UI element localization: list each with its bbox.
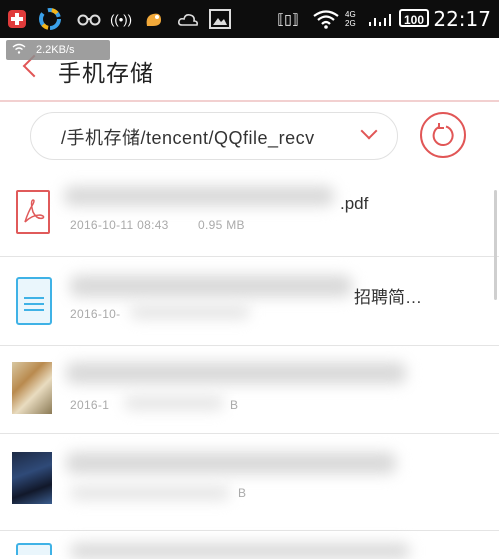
signal-icon [367,8,393,30]
file-name-suffix: .pdf [340,194,369,213]
redacted-meta [130,305,250,319]
list-item[interactable]: 2016-1 B [0,346,499,432]
list-item[interactable]: .pdf 2016-10-11 08:43 0.95 MB [0,172,499,256]
status-bar: ((•)) ⟦▯⟧ 4G 2G 100 22:17 [0,0,499,38]
network-speed-text: 2.2KB/s [36,44,75,56]
redacted-filename [66,452,396,474]
pdf-file-icon [16,190,50,234]
network-type: 4G 2G [345,10,356,28]
network-speed-overlay: 2.2KB/s [6,40,110,60]
file-date: 2016-10- [70,307,121,321]
clock: 22:17 [433,7,491,31]
image-thumbnail [12,362,52,414]
file-name-suffix: 招聘简… [354,288,422,307]
refresh-button[interactable] [420,112,466,158]
notification-icon [6,8,28,30]
vibrate-icon: ⟦▯⟧ [277,10,299,27]
redacted-filename [70,543,410,559]
file-date: 2016-10-11 08:43 [70,218,169,232]
doc-file-icon [16,277,52,325]
file-size-suffix: B [238,486,247,500]
path-selector[interactable]: /手机存储/tencent/QQfile_recv [30,112,398,160]
image-icon [208,8,232,30]
app-icon [38,8,62,30]
image-thumbnail [12,452,52,504]
weather-icon [176,8,200,30]
redacted-meta [124,396,224,410]
squirrel-icon [142,8,166,30]
file-size: 0.95 MB [198,218,245,232]
redacted-filename [70,275,352,297]
wifi-icon [313,8,339,30]
redacted-meta [70,486,230,500]
list-item[interactable] [0,531,499,559]
chevron-down-icon[interactable] [360,122,378,140]
scrollbar[interactable] [494,190,497,300]
radio-icon: ((•)) [110,11,132,27]
battery-level: 100 [399,9,429,27]
refresh-icon [432,123,454,147]
redacted-filename [66,362,406,384]
list-item[interactable]: B [0,434,499,526]
wifi-small-icon [12,43,26,57]
glasses-icon [76,8,102,30]
file-size-suffix: B [230,398,239,412]
list-item[interactable]: 招聘简… 2016-10- [0,257,499,345]
current-path: /手机存储/tencent/QQfile_recv [61,128,315,148]
doc-file-icon [16,543,52,555]
redacted-filename [64,186,334,206]
file-date: 2016-1 [70,398,110,412]
